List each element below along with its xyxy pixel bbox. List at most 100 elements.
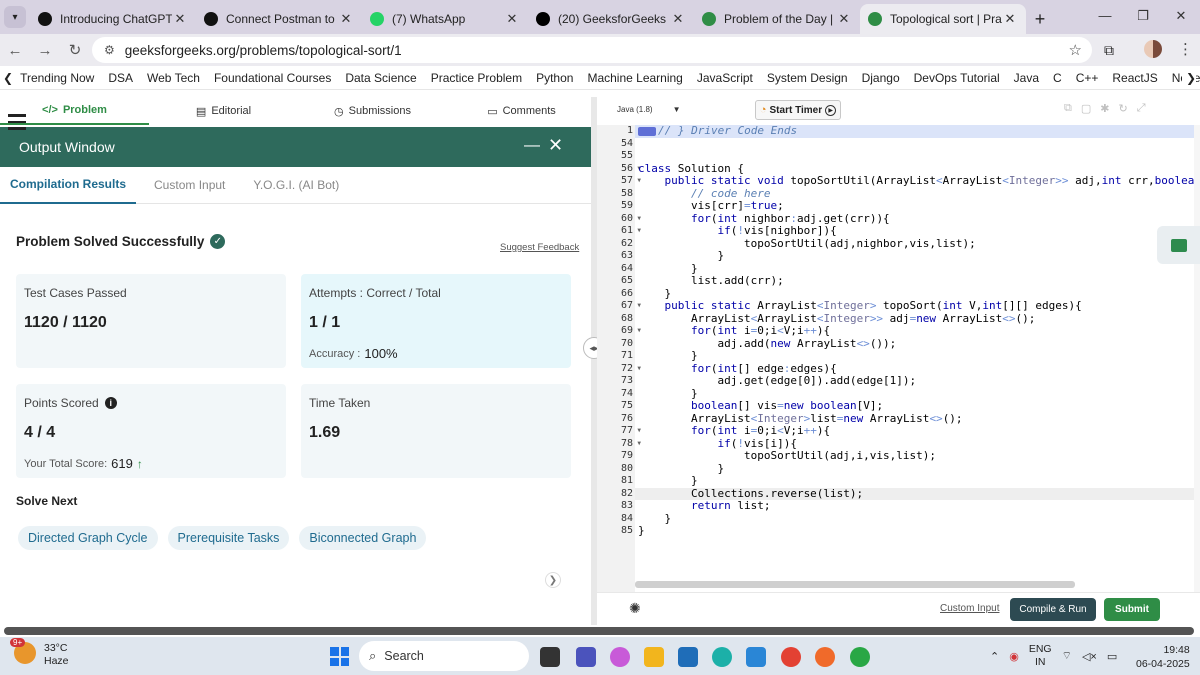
postman-icon[interactable] [815,647,835,667]
browser-tab[interactable]: Problem of the Day | Geek✕ [694,4,860,34]
security-icon[interactable]: ◉ [1009,650,1019,663]
browser-tab[interactable]: (7) WhatsApp ✕ [362,4,528,34]
chevron-left-icon[interactable]: ❮ [0,71,13,85]
nav-link[interactable]: DevOps Tutorial [907,71,1007,85]
settings-icon[interactable]: ✱ [1100,102,1109,115]
close-window-icon[interactable]: ✕ [1162,0,1200,34]
chevron-up-icon[interactable]: ⌃ [990,650,999,663]
copy-icon[interactable]: ⧉ [1064,102,1072,115]
language-select[interactable]: Java (1.8) ▼ [617,104,681,115]
nav-link[interactable]: ReactJS [1105,71,1164,85]
editor-vertical-scrollbar[interactable] [1194,125,1200,592]
compile-run-button[interactable]: Compile & Run [1010,598,1096,621]
minimize-icon[interactable]: — [1086,0,1124,34]
url-field[interactable]: ⚙ geeksforgeeks.org/problems/topological… [92,37,1092,63]
file-explorer-icon[interactable] [644,647,664,667]
info-icon[interactable]: i [104,397,117,409]
nav-link[interactable]: DSA [101,71,140,85]
nav-link[interactable]: Java [1007,71,1046,85]
restore-icon[interactable]: ❐ [1124,0,1162,34]
tab-editorial[interactable]: ▤ Editorial [149,97,298,125]
lightbulb-icon[interactable]: ✺ [629,600,641,617]
nav-link[interactable]: Python [529,71,580,85]
nav-link[interactable]: Trending Now [13,71,101,85]
tab-custom-input[interactable]: Custom Input [144,167,235,204]
store-icon[interactable] [678,647,698,667]
input-language[interactable]: ENG IN [1029,643,1052,669]
chat-icon[interactable] [1157,226,1200,264]
nav-link[interactable]: JavaScript [690,71,760,85]
file-icon[interactable]: ▢ [1081,102,1091,115]
reset-icon[interactable]: ↻ [1118,102,1127,115]
system-clock[interactable]: 19:48 06-04-2025 [1136,643,1190,671]
close-tab-icon[interactable]: ✕ [338,11,354,27]
minimize-output-icon[interactable]: — [524,137,540,155]
reload-icon[interactable]: ↻ [60,41,90,59]
close-output-icon[interactable]: ✕ [548,135,563,156]
custom-input-link[interactable]: Custom Input [940,603,999,614]
browser-menu-icon[interactable]: ⋮ [1178,40,1193,58]
tab-comments[interactable]: ▭ Comments [447,97,596,125]
teams-icon[interactable] [576,647,596,667]
start-timer-button[interactable]: ◔ Start Timer ▶ [755,100,841,120]
close-tab-icon[interactable]: ✕ [504,11,520,27]
close-tab-icon[interactable]: ✕ [670,11,686,27]
chevron-right-icon[interactable]: ❯ [1181,70,1196,85]
edge-icon[interactable] [712,647,732,667]
chevron-right-icon[interactable]: ❯ [545,572,561,588]
tab-yogi-ai-bot[interactable]: Y.O.G.I. (AI Bot) [243,167,349,204]
bookmark-star-icon[interactable]: ☆ [1069,41,1082,59]
nav-link[interactable]: Foundational Courses [207,71,338,85]
wifi-icon[interactable]: ⌔ [1062,649,1072,663]
windows-start-icon[interactable] [330,647,349,666]
nav-link[interactable]: C++ [1069,71,1106,85]
copilot-icon[interactable] [610,647,630,667]
nav-link[interactable]: Machine Learning [580,71,689,85]
suggest-feedback-link[interactable]: Suggest Feedback [500,242,579,253]
fullscreen-icon[interactable]: ⤢ [1137,102,1146,115]
nav-link[interactable]: System Design [760,71,855,85]
back-arrow-icon[interactable]: ← [0,42,30,59]
browser-tab[interactable]: Connect Postman to Serve✕ [196,4,362,34]
forward-arrow-icon[interactable]: → [30,42,60,59]
solve-next-chip[interactable]: Biconnected Graph [299,526,427,550]
close-tab-icon[interactable]: ✕ [1002,11,1018,27]
weather-widget[interactable]: 9+ 33°C Haze [10,638,69,668]
line-number: 55 [597,150,635,163]
browser-tab[interactable]: (20) GeeksforGeeks (@gee✕ [528,4,694,34]
task-view-icon[interactable] [540,647,560,667]
editor-horizontal-scrollbar[interactable] [635,581,1075,588]
browser-tab[interactable]: Introducing ChatGPT | Ope✕ [30,4,196,34]
nav-link[interactable]: Web Tech [140,71,207,85]
nav-link[interactable]: Django [855,71,907,85]
taskbar-search[interactable]: ⌕ Search [359,641,529,671]
hamburger-menu-icon[interactable] [8,114,26,132]
solve-next-chip[interactable]: Directed Graph Cycle [18,526,158,550]
solve-next-chip[interactable]: Prerequisite Tasks [167,526,290,550]
browser-tab[interactable]: Topological sort | Practice✕ [860,4,1026,34]
close-tab-icon[interactable]: ✕ [172,11,188,27]
code-editor[interactable]: 1▼545556▼57▼585960▼61▼626364656667▼6869▼… [597,125,1200,592]
folded-code-icon[interactable] [638,126,656,136]
battery-icon[interactable]: ▭ [1107,650,1117,663]
volume-icon[interactable]: ◁× [1082,650,1097,663]
tab-search-button[interactable]: ▾ [0,0,30,34]
site-settings-icon[interactable]: ⚙ [104,43,115,57]
nav-link[interactable]: C [1046,71,1069,85]
new-tab-button[interactable]: + [1026,4,1054,34]
submit-button[interactable]: Submit [1104,598,1160,621]
tab-compilation-results[interactable]: Compilation Results [0,167,137,204]
extensions-icon[interactable]: ⧉ [1104,42,1114,59]
profile-avatar[interactable] [1144,40,1162,58]
chrome-profile-icon[interactable] [850,647,870,667]
chrome-icon[interactable] [781,647,801,667]
page-horizontal-scrollbar[interactable] [0,625,1200,637]
vscode-icon[interactable] [746,647,766,667]
line-number: 67 ▼ [597,300,641,313]
close-tab-icon[interactable]: ✕ [836,11,852,27]
nav-link[interactable]: Data Science [338,71,423,85]
scrollbar-thumb[interactable] [4,627,1194,635]
nav-link[interactable]: Practice Problem [424,71,529,85]
code-area[interactable]: // } Driver Code Ends class Solution { p… [635,125,1200,592]
tab-submissions[interactable]: ◷ Submissions [298,97,447,125]
